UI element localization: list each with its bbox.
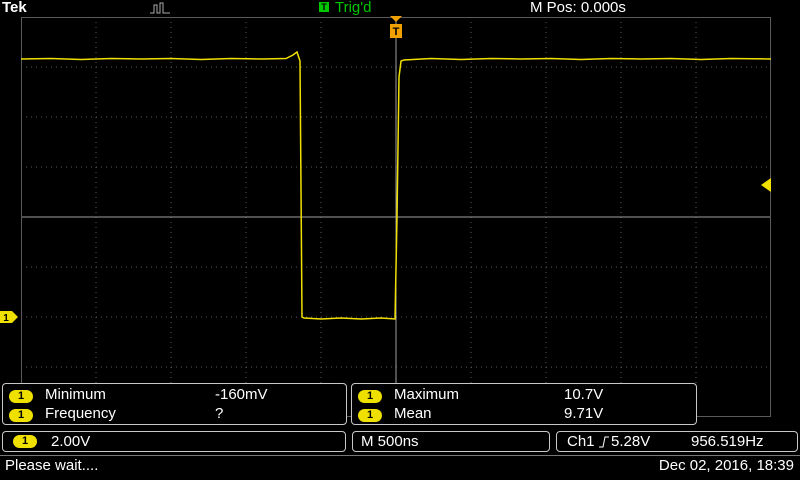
timebase-readout[interactable]: M 500ns [352,431,550,452]
channel1-vertical-scale[interactable]: 1 2.00V [2,431,346,452]
measurement-label: Mean [394,405,432,422]
trigger-frequency: 956.519Hz [691,433,764,450]
brand-logo: Tek [2,0,27,16]
measurement-value: 9.71V [564,405,604,422]
channel-badge: 1 [9,390,33,403]
channel-badge: 1 [9,409,33,422]
measurement-value: 10.7V [564,386,604,403]
measurement-panel-left[interactable]: 1 Minimum -160mV 1 Frequency ? [2,383,347,425]
measurement-value: -160mV [215,386,268,403]
vertical-scale-value: 2.00V [51,433,91,450]
date-time: Dec 02, 2016, 18:39 [658,457,794,474]
graticule [21,17,771,417]
channel1-marker-label: 1 [3,313,9,323]
channel-badge: 1 [358,409,382,422]
measurement-row: 1 [9,386,33,404]
measurement-row: 1 [358,405,382,423]
measurement-row: 1 [9,405,33,423]
measurement-label: Minimum [45,386,106,403]
horizontal-position[interactable]: M Pos: 0.000s [530,0,626,16]
measurement-value: ? [215,405,224,422]
measurement-label: Frequency [45,405,116,422]
trigger-status: Trig'd [335,0,372,16]
grid-axes [21,17,771,417]
waveform-acquire-icon [150,2,170,14]
timebase-value: M 500ns [361,433,419,450]
trigger-status-icon: T [319,2,329,12]
trigger-readout[interactable]: Ch1 5.28V 956.519Hz [556,431,798,452]
trigger-marker-label: T [393,26,400,38]
measurement-panel-right[interactable]: 1 Maximum 10.7V 1 Mean 9.71V [351,383,697,425]
channel-badge: 1 [358,390,382,403]
trigger-source: Ch1 [567,433,595,450]
measurement-row: 1 [358,386,382,404]
trigger-level-marker[interactable] [759,178,771,192]
trigger-position-marker[interactable]: T [388,16,404,40]
rising-edge-icon [599,436,609,448]
channel-badge: 1 [13,435,37,448]
trigger-level: 5.28V [611,433,651,450]
channel1-ground-marker[interactable]: 1 [0,311,18,323]
measurement-label: Maximum [394,386,460,403]
status-message: Please wait.... [5,457,99,474]
message-bar: Please wait.... Dec 02, 2016, 18:39 [0,455,800,478]
